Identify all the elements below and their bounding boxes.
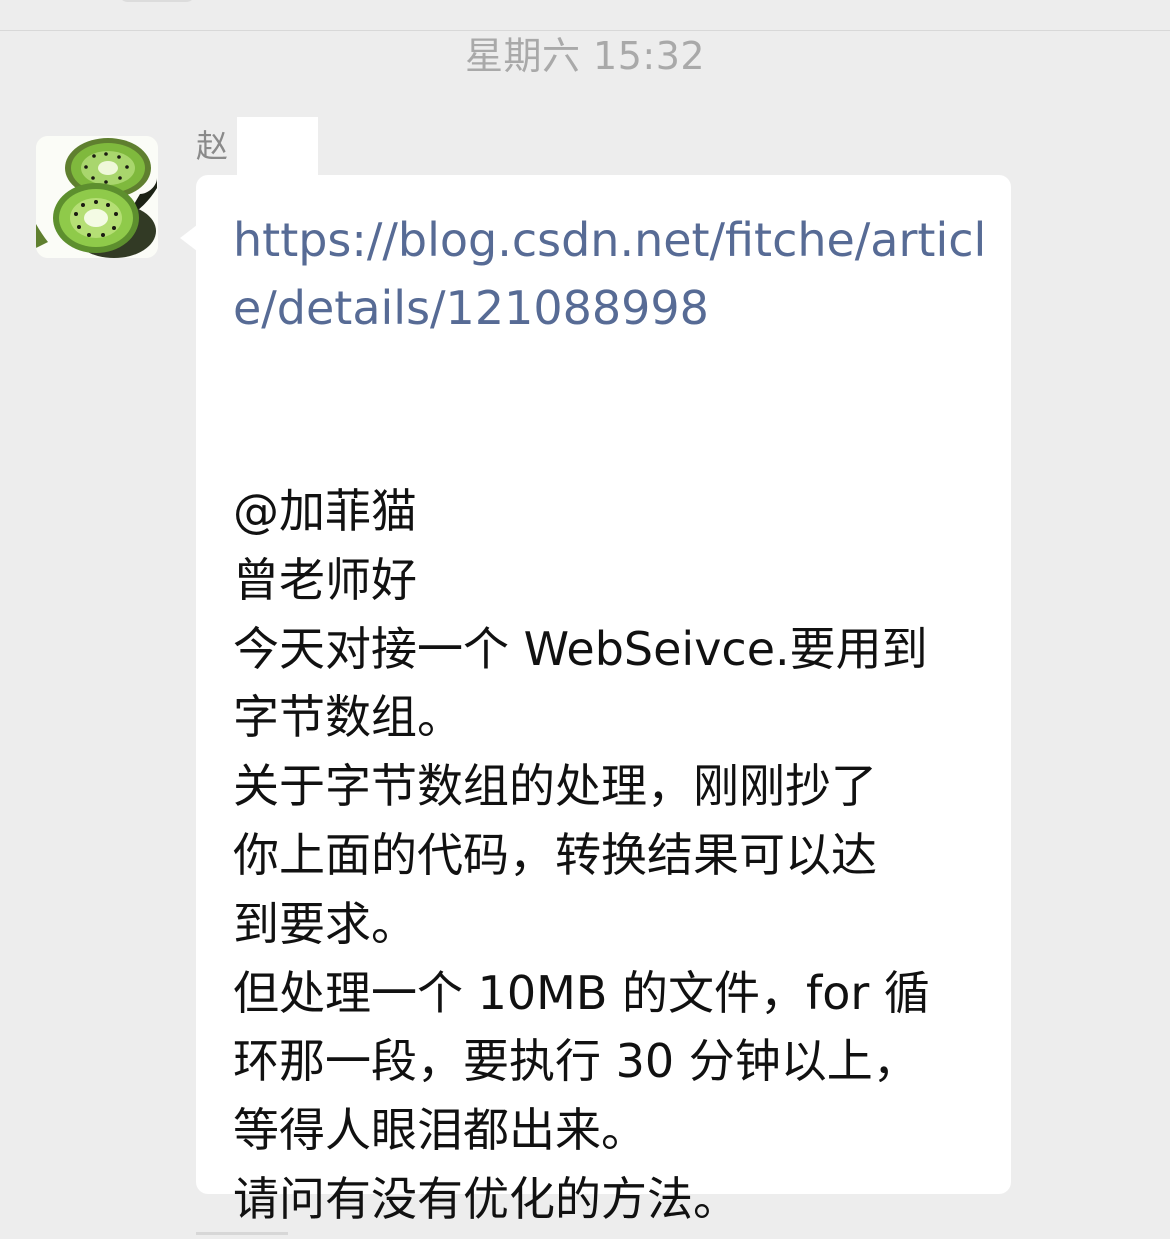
previous-message-edge: [118, 0, 196, 2]
chat-screen: 星期六 15:32 赵 https://blog.csdn.net/fitche…: [0, 0, 1170, 1239]
message-line-8: 但处理一个 10MB 的文件，for 循: [233, 965, 930, 1020]
article-link-line-1[interactable]: https://blog.csdn.net/fitche/articl: [233, 206, 986, 274]
message-line-4: 字节数组。: [233, 690, 463, 745]
message-line-7: 到要求。: [233, 896, 417, 951]
message-line-11: 请问有没有优化的方法。: [233, 1171, 739, 1226]
mention-line: @加菲猫: [233, 484, 417, 538]
message-line-6: 你上面的代码，转换结果可以达: [233, 827, 877, 882]
message-line-9: 环那一段，要执行 30 分钟以上，: [233, 1034, 919, 1089]
message-content: https://blog.csdn.net/fitche/articl e/de…: [233, 206, 986, 1234]
message-line-10: 等得人眼泪都出来。: [233, 1103, 647, 1158]
next-message-edge: [196, 1232, 288, 1235]
redacted-name-mask: [237, 117, 318, 175]
sender-name: 赵: [196, 127, 229, 165]
message-line-3: 今天对接一个 WebSeivce.要用到: [233, 621, 928, 676]
message-line-5: 关于字节数组的处理，刚刚抄了: [233, 759, 877, 814]
message-line-greeting: 曾老师好: [233, 552, 417, 607]
kiwi-fruit-avatar-icon: [36, 136, 158, 258]
sender-avatar[interactable]: [36, 136, 158, 258]
message-bubble-tail: [180, 225, 197, 251]
article-link-line-2[interactable]: e/details/121088998: [233, 274, 985, 342]
message-timestamp: 星期六 15:32: [464, 34, 706, 78]
